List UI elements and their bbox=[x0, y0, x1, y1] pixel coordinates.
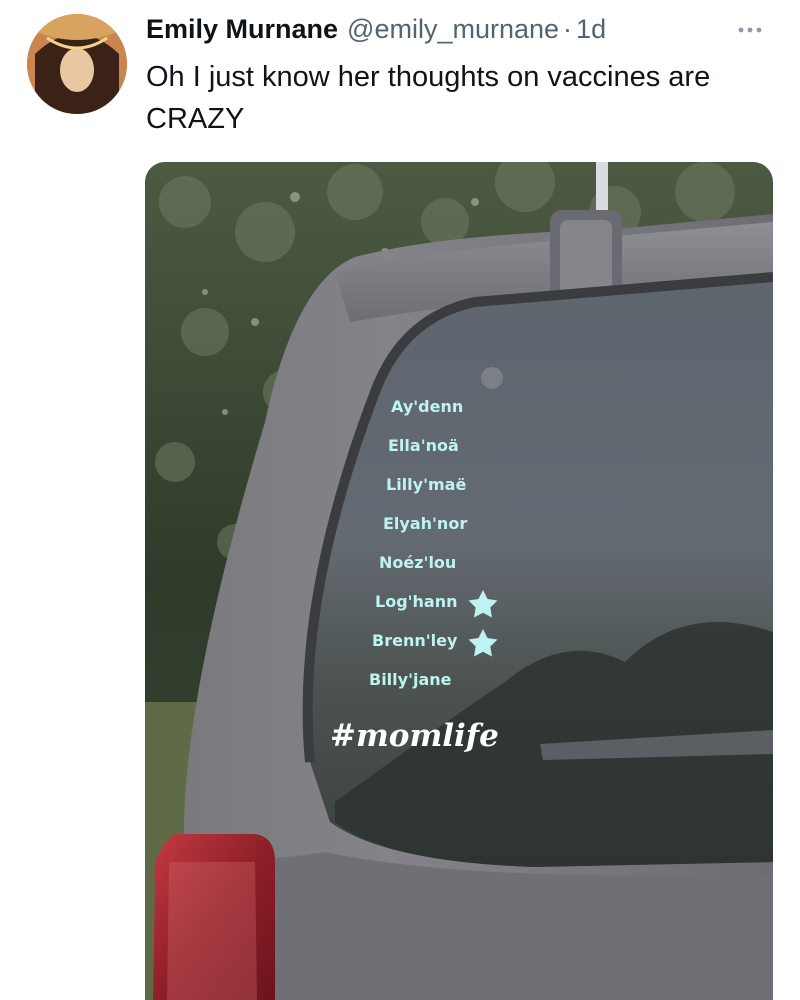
decal-hashtag: #momlife bbox=[330, 718, 499, 754]
decal-name-1: Ay'denn bbox=[391, 397, 463, 416]
decal-name-3: Lilly'maë bbox=[386, 475, 466, 494]
decal-name-4: Elyah'nor bbox=[383, 514, 467, 533]
decal-name-2: Ella'noä bbox=[388, 436, 459, 455]
tweet-header: Emily Murnane @emily_murnane · 1d bbox=[146, 14, 606, 50]
tweet[interactable]: Emily Murnane @emily_murnane · 1d Oh I j… bbox=[0, 0, 800, 1000]
washer-nozzle bbox=[481, 367, 503, 389]
tweet-text: Oh I just know her thoughts on vaccines … bbox=[146, 61, 711, 135]
separator: · bbox=[563, 14, 573, 44]
decal-name-8: Billy'jane bbox=[369, 670, 452, 689]
avatar-image bbox=[27, 14, 127, 114]
tweet-media[interactable]: Ay'denn Ella'noä Lilly'maë Elyah'nor Noé… bbox=[145, 162, 773, 1000]
author-handle[interactable]: @emily_murnane bbox=[347, 14, 559, 45]
avatar[interactable] bbox=[27, 14, 127, 114]
tail-light-highlight bbox=[167, 862, 257, 1000]
decal-name-7: Brenn'ley bbox=[372, 631, 458, 650]
author-name[interactable]: Emily Murnane bbox=[146, 14, 338, 45]
decal-name-6: Log'hann bbox=[375, 592, 458, 611]
timestamp[interactable]: 1d bbox=[576, 14, 606, 45]
more-icon[interactable] bbox=[728, 18, 772, 42]
decal-name-5: Noéz'lou bbox=[379, 553, 456, 572]
